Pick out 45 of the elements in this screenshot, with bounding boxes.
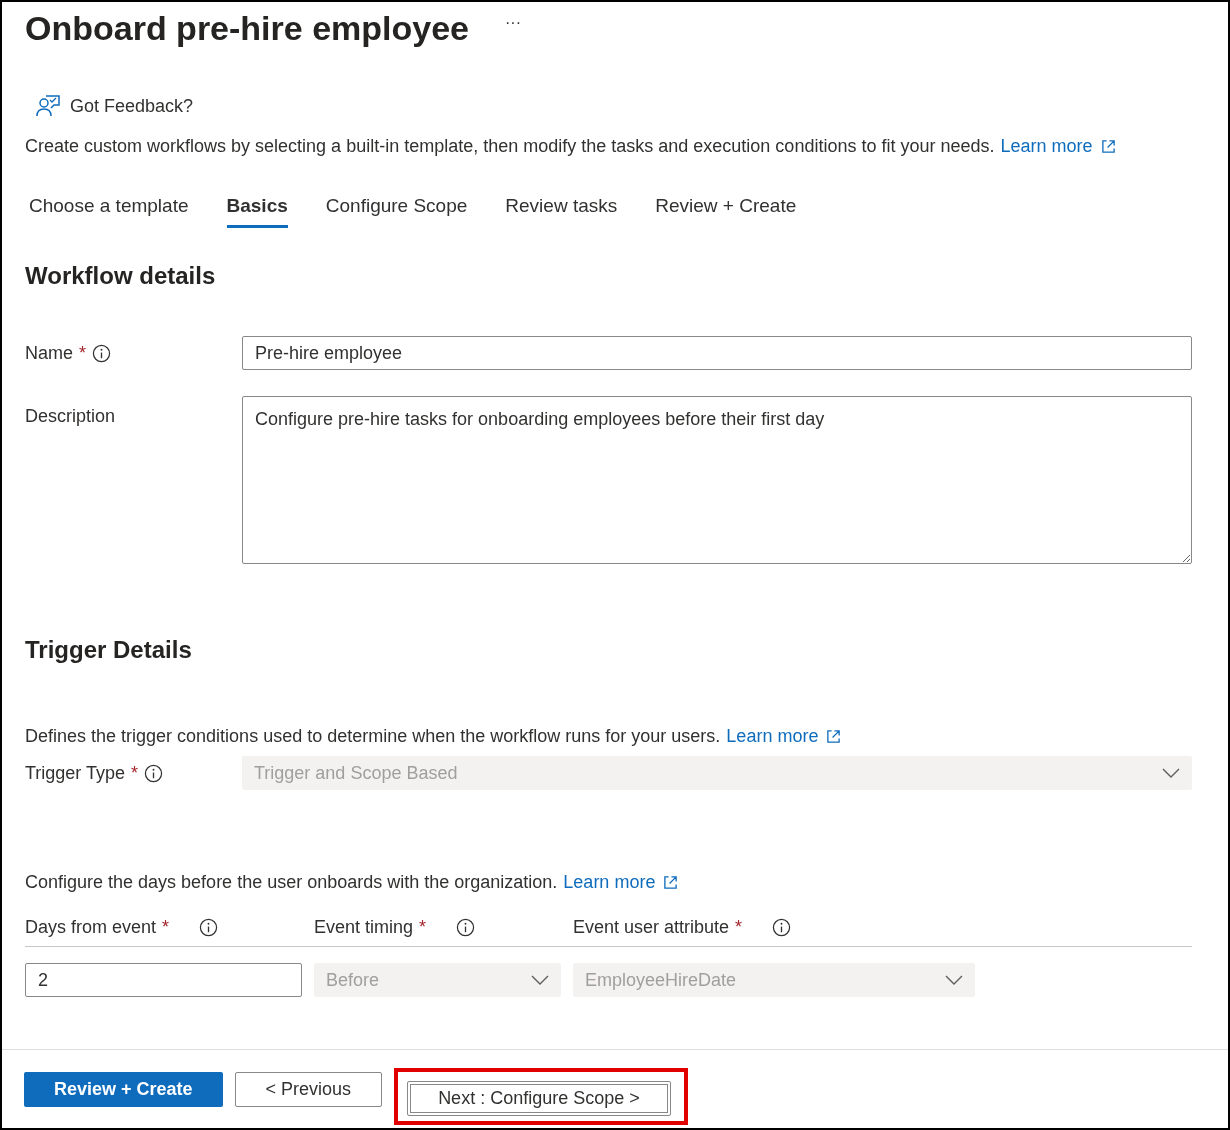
field-label: Trigger Type	[25, 762, 126, 784]
learn-more-link[interactable]: Learn more	[563, 870, 679, 894]
field-label: Description	[25, 406, 116, 427]
field-label: Event user attribute	[573, 916, 730, 938]
description-textarea[interactable]: Configure pre-hire tasks for onboarding employees before their first day	[242, 396, 1192, 564]
section-heading: Trigger Details	[25, 636, 193, 664]
required-mark: *	[162, 916, 170, 938]
required-mark: *	[131, 762, 139, 784]
info-icon[interactable]	[144, 763, 164, 783]
name-input[interactable]: Pre-hire employee	[242, 336, 1192, 370]
wizard-tab[interactable]: Choose a template	[29, 192, 189, 228]
days-input[interactable]: 2	[25, 963, 302, 997]
description-text: Defines the trigger conditions used to determine when the workflow runs for your users. Learn more	[25, 724, 1192, 748]
required-mark: *	[79, 342, 87, 364]
description-text: Configure the days before the user onboards with the organization. Learn more	[25, 870, 1192, 894]
footer-button[interactable]: Next : Configure Scope >	[407, 1080, 671, 1116]
field-label: Days from event	[25, 916, 157, 938]
wizard-tab[interactable]: Review + Create	[655, 192, 797, 228]
feedback-icon	[35, 94, 61, 118]
wizard-tab[interactable]: Configure Scope	[325, 192, 468, 228]
info-icon[interactable]	[199, 917, 219, 937]
required-mark: *	[419, 916, 427, 938]
learn-more-link[interactable]: Learn more	[1000, 134, 1116, 158]
learn-more-link[interactable]: Learn more	[726, 724, 842, 748]
external-link-icon	[826, 728, 842, 744]
footer-button[interactable]: Review + Create	[24, 1071, 223, 1107]
external-link-icon	[1100, 138, 1116, 154]
wizard-tab[interactable]: Basics	[226, 192, 288, 228]
field-label: Name	[25, 342, 73, 364]
description-text: Create custom workflows by selecting a built-in template, then modify the tasks and execution conditions to fit your needs. Learn more	[25, 134, 1192, 158]
chevron-down-icon	[1162, 768, 1180, 778]
page-title: Onboard pre-hire employee	[25, 8, 469, 48]
chevron-down-icon	[945, 975, 963, 985]
more-button[interactable]: ···	[505, 14, 521, 32]
wizard-tab[interactable]: Review tasks	[505, 192, 618, 228]
info-icon[interactable]	[772, 917, 792, 937]
footer-button[interactable]: < Previous	[234, 1071, 383, 1107]
info-icon[interactable]	[456, 917, 476, 937]
required-mark: *	[735, 916, 743, 938]
feedback-link[interactable]: Got Feedback?	[70, 95, 194, 117]
external-link-icon	[663, 874, 679, 890]
chevron-down-icon	[531, 975, 549, 985]
field-label: Event timing	[314, 916, 414, 938]
info-icon[interactable]	[92, 343, 112, 363]
section-heading: Workflow details	[25, 262, 217, 290]
